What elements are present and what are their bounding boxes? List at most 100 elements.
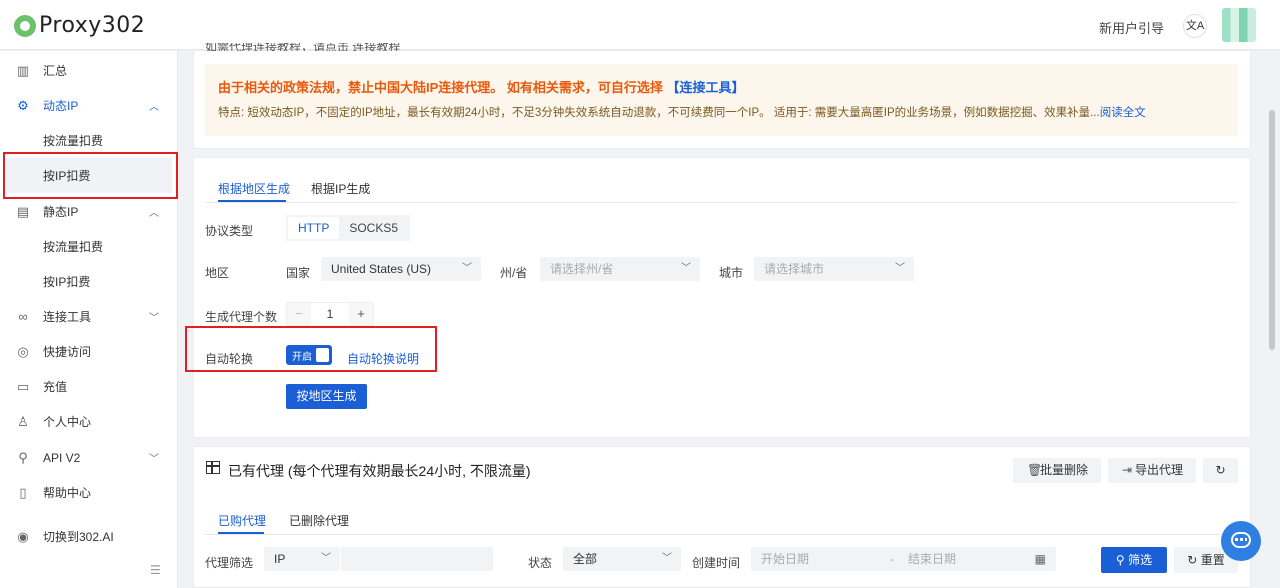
chevron-down-icon: ﹀	[462, 263, 472, 274]
connect-tools-link[interactable]: 【连接工具】	[667, 80, 745, 95]
generate-by-region-button[interactable]: 按地区生成	[286, 384, 367, 409]
tab-by-ip[interactable]: 根据IP生成	[311, 180, 370, 197]
country-select[interactable]: United States (US) ﹀	[321, 257, 481, 281]
export-label: 导出代理	[1134, 463, 1183, 477]
bulk-delete-label: 批量删除	[1039, 463, 1088, 477]
created-time-label: 创建时间	[692, 556, 741, 570]
translate-icon[interactable]: 文A	[1183, 14, 1207, 38]
sidebar-item-connect-tools[interactable]: ∞ 连接工具 ﹀	[0, 299, 178, 334]
trash-icon: 🗑	[1027, 463, 1043, 477]
sidebar-item-label: 切换到302.AI	[43, 530, 114, 544]
export-icon: ⇥	[1122, 463, 1133, 477]
search-button[interactable]: ⚲ 筛选	[1101, 547, 1167, 573]
tutorial-hint-text: 如需代理连接教程，请点击 连接教程	[205, 43, 401, 51]
sidebar-item-label: 汇总	[43, 64, 68, 78]
sidebar-item-label: 个人中心	[43, 415, 92, 429]
sidebar-item-label: 快捷访问	[43, 345, 92, 359]
calendar-icon: ▦	[1034, 552, 1046, 566]
date-range-separator: -	[890, 552, 894, 566]
state-placeholder: 请选择州/省	[550, 262, 614, 276]
notice-description-text: 特点: 短效动态IP，不固定的IP地址，最长有效期24小时，不足3分钟失效系统自…	[218, 107, 1100, 119]
protocol-label: 协议类型	[205, 224, 254, 238]
tab-purchased[interactable]: 已购代理	[218, 512, 266, 529]
sidebar-item-recharge[interactable]: ▭ 充值	[0, 369, 178, 404]
chevron-down-icon: ﹀	[895, 263, 905, 274]
server-icon: ▤	[16, 203, 30, 219]
tabs-divider	[205, 202, 1238, 203]
avatar[interactable]	[1222, 8, 1256, 42]
logo-icon	[14, 14, 36, 37]
api-icon: ⚲	[18, 449, 28, 465]
sidebar-item-api-v2[interactable]: ⚲ API V2 ﹀	[0, 440, 178, 475]
state-select[interactable]: 请选择州/省 ﹀	[540, 257, 700, 281]
reset-icon: ↻	[1187, 553, 1198, 567]
user-icon: ♙	[17, 413, 29, 429]
filter-label: 代理筛选	[205, 556, 254, 570]
search-label: 筛选	[1128, 553, 1153, 567]
status-select[interactable]: 全部 ﹀	[563, 547, 681, 571]
sidebar-item-summary[interactable]: ▥ 汇总	[0, 53, 178, 88]
sidebar-item-static-traffic[interactable]: 按流量扣费	[0, 229, 178, 264]
country-value: United States (US)	[331, 262, 432, 276]
filter-type-value: IP	[274, 552, 286, 566]
chrome-icon: ◎	[17, 343, 29, 359]
sidebar-item-label: 按流量扣费	[43, 134, 104, 148]
region-label: 地区	[205, 266, 230, 280]
sidebar-item-help[interactable]: ▯ 帮助中心	[0, 475, 178, 510]
city-select[interactable]: 请选择城市 ﹀	[754, 257, 914, 281]
start-date-placeholder: 开始日期	[761, 552, 810, 566]
chart-icon: ▥	[16, 62, 30, 78]
country-label: 国家	[286, 266, 311, 280]
link-icon: ∞	[18, 308, 28, 324]
policy-notice: 由于相关的政策法规，禁止中国大陆IP连接代理。 如有相关需求，可自行选择 【连接…	[205, 64, 1238, 136]
book-icon: ▯	[19, 484, 27, 500]
sidebar-item-profile[interactable]: ♙ 个人中心	[0, 404, 178, 439]
chat-dots	[1235, 538, 1247, 541]
sidebar-item-static-per-ip[interactable]: 按IP扣费	[0, 264, 178, 299]
refresh-button[interactable]: ↻	[1203, 458, 1238, 483]
sidebar: ▥ 汇总 ⚙ 动态IP ︿ 按流量扣费 按IP扣费 ▤ 静态IP ︿ 按流量扣费…	[0, 51, 178, 588]
status-label: 状态	[528, 556, 553, 570]
highlight-box	[185, 326, 437, 372]
protocol-socks5[interactable]: SOCKS5	[339, 217, 408, 239]
export-proxies-button[interactable]: ⇥ 导出代理	[1108, 458, 1196, 483]
bulk-delete-button[interactable]: 🗑 批量删除	[1013, 458, 1101, 483]
sidebar-item-label: 连接工具	[43, 310, 92, 324]
sidebar-item-quick-access[interactable]: ◎ 快捷访问	[0, 334, 178, 369]
chevron-down-icon: ﹀	[662, 553, 672, 564]
sidebar-item-label: 动态IP	[43, 99, 79, 113]
reset-label: 重置	[1200, 553, 1225, 567]
decrement-button[interactable]: −	[287, 303, 311, 325]
count-label: 生成代理个数	[205, 310, 278, 324]
read-more-link[interactable]: 阅读全文	[1100, 107, 1146, 119]
protocol-selector: HTTP SOCKS5	[286, 215, 411, 241]
sidebar-item-label: 静态IP	[43, 205, 79, 219]
page-scrollbar[interactable]	[1269, 110, 1275, 350]
support-chat-button[interactable]	[1221, 521, 1261, 561]
protocol-http[interactable]: HTTP	[288, 217, 340, 239]
search-icon: ⚲	[1115, 553, 1125, 567]
quantity-value[interactable]: 1	[311, 303, 349, 325]
sidebar-item-static-ip[interactable]: ▤ 静态IP ︿	[0, 194, 178, 229]
sidebar-item-label: 按IP扣费	[43, 275, 91, 289]
sidebar-item-switch-302ai[interactable]: ◉ 切换到302.AI	[0, 519, 178, 554]
filter-type-select[interactable]: IP ﹀	[264, 547, 340, 571]
chevron-up-icon: ︿	[149, 208, 159, 219]
top-header: Proxy302 新用户引导 文A	[0, 0, 1280, 50]
increment-button[interactable]: +	[349, 303, 373, 325]
collapse-sidebar-icon[interactable]: ☰	[150, 563, 161, 577]
logo-text: Proxy302	[39, 13, 146, 38]
new-user-guide-link[interactable]: 新用户引导	[1099, 18, 1164, 37]
logo[interactable]: Proxy302	[14, 13, 145, 38]
status-value: 全部	[573, 552, 598, 566]
sidebar-item-label: 按流量扣费	[43, 240, 104, 254]
date-range-picker[interactable]: 开始日期 - 结束日期 ▦	[751, 547, 1056, 571]
notice-description: 特点: 短效动态IP，不固定的IP地址，最长有效期24小时，不足3分钟失效系统自…	[218, 104, 1146, 120]
filter-input[interactable]	[341, 547, 493, 571]
tab-deleted[interactable]: 已删除代理	[289, 512, 349, 529]
sidebar-item-label: 帮助中心	[43, 486, 92, 500]
sidebar-item-dynamic-ip[interactable]: ⚙ 动态IP ︿	[0, 88, 178, 123]
tab-by-region[interactable]: 根据地区生成	[218, 180, 290, 197]
notice-title-text: 由于相关的政策法规，禁止中国大陆IP连接代理。 如有相关需求，可自行选择	[218, 80, 663, 95]
sidebar-item-label: API V2	[43, 450, 81, 465]
